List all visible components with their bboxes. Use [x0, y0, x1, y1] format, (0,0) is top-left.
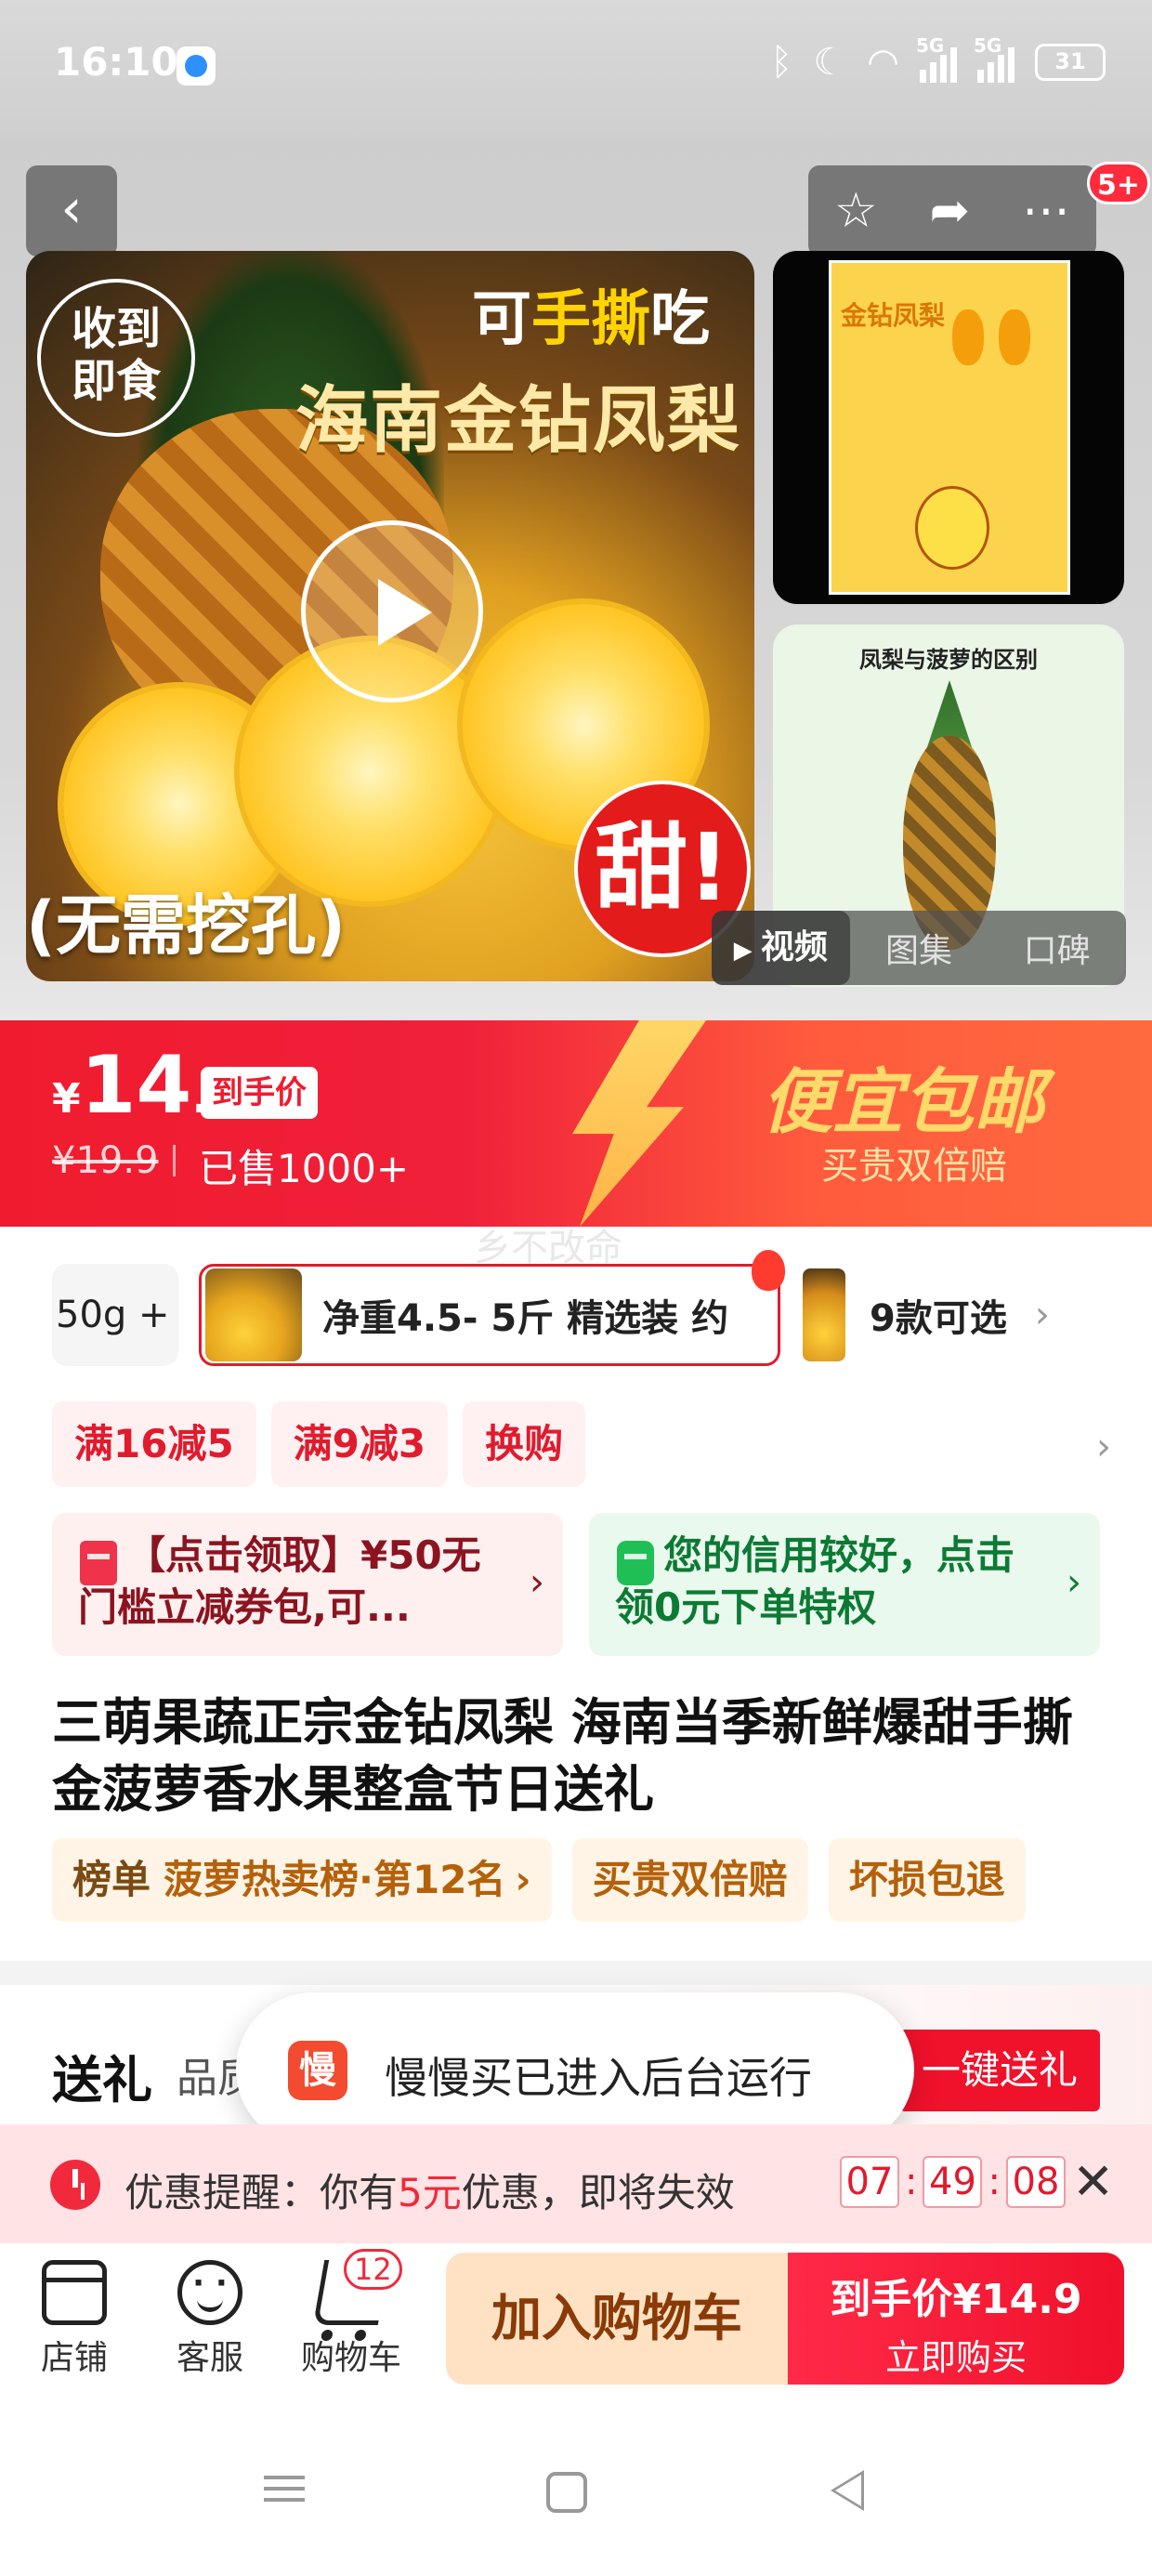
promo-tag[interactable]: 满9减3 [270, 1401, 449, 1487]
chevron-right-icon: › [515, 1857, 531, 1902]
gallery-thumbnail-1[interactable]: 金钻凤梨 [773, 251, 1124, 604]
system-navigation-bar [0, 2401, 1152, 2576]
spec-selector: 50g + 净重4.5- 5斤 精选装 约 9款可选 › [0, 1250, 1152, 1375]
price-divider [173, 1145, 176, 1176]
section-divider [0, 1961, 1152, 1985]
add-to-cart-button[interactable]: 加入购物车 [446, 2253, 788, 2385]
sold-count: 已售1000+ [199, 1146, 410, 1191]
more-options-icon[interactable]: ⋯ [1022, 183, 1070, 239]
chevron-right-icon: › [530, 1561, 544, 1604]
promo-tag[interactable]: 换购 [463, 1401, 586, 1487]
chevron-right-icon: › [1034, 1294, 1050, 1336]
no-core-note: (无需挖孔) [26, 887, 346, 964]
chat-icon [177, 2260, 242, 2325]
price-guarantee-badge[interactable]: 买贵双倍赔 [571, 1838, 808, 1922]
countdown-timer: 07 : 49 : 08 [840, 2156, 1066, 2208]
battery-icon: 31 [1035, 44, 1106, 81]
lightning-icon [572, 1020, 706, 1227]
chevron-left-icon: ‹ [60, 177, 83, 240]
clock-icon [50, 2160, 100, 2210]
product-gallery: ‹ ☆ ➦ ⋯ 5+ 可手撕吃 海南金钻凤梨 收到 即食 甜! (无需挖孔) 金… [0, 139, 1152, 1020]
reminder-text: 优惠提醒：你有5元优惠，即将失效 [124, 2170, 735, 2215]
coupon-row: 【点击领取】¥50无门槛立减券包,可... › 您的信用较好，点击领0元下单特权… [52, 1513, 1100, 1656]
store-icon [42, 2260, 107, 2325]
spec-option[interactable]: 50g + [52, 1264, 178, 1366]
damage-refund-badge[interactable]: 坏损包退 [828, 1838, 1026, 1922]
hot-flame-icon [752, 1250, 785, 1291]
countdown-seconds: 08 [1005, 2156, 1066, 2208]
ranking-badge[interactable]: 榜单 菠萝热卖榜·第12名 › [52, 1838, 552, 1922]
final-price-tag: 到手价 [201, 1067, 318, 1119]
video-headline-1: 可手撕吃 [472, 285, 710, 354]
credit-privilege-card[interactable]: 您的信用较好，点击领0元下单特权 › [589, 1513, 1100, 1656]
store-button[interactable]: 店铺 [19, 2254, 130, 2379]
chevron-right-icon[interactable]: › [1096, 1426, 1111, 1468]
gift-title: 送礼 [52, 2051, 152, 2109]
pineapple-illustration [952, 309, 984, 365]
bottom-action-bar: 店铺 客服 购物车 12 加入购物车 到手价¥14.9 立即购买 [0, 2243, 1152, 2401]
battery-level: 31 [1054, 48, 1086, 74]
signal-icon-2: 5G [974, 34, 1015, 83]
tab-gallery[interactable]: 图集 [850, 924, 988, 972]
video-headline-2: 海南金钻凤梨 [295, 379, 742, 463]
service-badges: 榜单 菠萝热卖榜·第12名 › 买贵双倍赔 坏损包退 [52, 1838, 1102, 1924]
bluetooth-icon: ᛒ [770, 41, 793, 84]
back-triangle-icon[interactable] [831, 2470, 864, 2511]
cart-count-badge: 12 [344, 2249, 402, 2290]
spec-thumbnail [803, 1268, 845, 1361]
promo-tag[interactable]: 满16减5 [52, 1401, 256, 1487]
countdown-minutes: 49 [923, 2156, 983, 2208]
discount-reminder-bar: 优惠提醒：你有5元优惠，即将失效 07 : 49 : 08 ✕ [0, 2124, 1152, 2243]
share-icon[interactable]: ➦ [930, 183, 971, 239]
signal-icon-1: 5G [916, 34, 957, 83]
chevron-right-icon: › [1067, 1561, 1081, 1604]
status-icons: ᛒ ☾ ◠ 5G 5G 31 [770, 34, 1106, 84]
close-icon[interactable]: ✕ [1072, 2152, 1114, 2211]
toast-message: 慢慢买已进入后台运行 [385, 2053, 812, 2103]
top-actions: ☆ ➦ ⋯ [808, 165, 1096, 256]
tab-video[interactable]: 视频 [712, 911, 850, 985]
promo-subslogan: 买贵双倍赔 [821, 1145, 1007, 1188]
main-product-video[interactable]: 可手撕吃 海南金钻凤梨 收到 即食 甜! (无需挖孔) [26, 251, 754, 981]
favorite-star-icon[interactable]: ☆ [834, 183, 878, 239]
pineapple-illustration [999, 309, 1030, 365]
promo-slogan: 便宜包邮 [762, 1060, 1044, 1143]
product-title: 三萌果蔬正宗金钻凤梨 海南当季新鲜爆甜手撕金菠萝香水果整盒节日送礼 [52, 1693, 1073, 1819]
app-logo-icon: 慢 [288, 2041, 347, 2100]
send-gift-button[interactable]: 一键送礼 [899, 2030, 1100, 2111]
play-icon[interactable] [301, 520, 483, 703]
status-time: 16:10 [54, 39, 178, 85]
coupon-pack-card[interactable]: 【点击领取】¥50无门槛立减券包,可... › [52, 1513, 563, 1656]
status-bar: 16:10 ᛒ ☾ ◠ 5G 5G 31 [0, 0, 1152, 139]
moon-icon: ☾ [813, 41, 847, 84]
original-price: ¥19.9 [52, 1139, 159, 1182]
pineapple-mascot [915, 486, 989, 570]
spec-option-selected[interactable]: 净重4.5- 5斤 精选装 约 [199, 1250, 785, 1366]
buy-now-button[interactable]: 到手价¥14.9 立即购买 [788, 2253, 1124, 2385]
spec-thumbnail [205, 1268, 302, 1361]
tab-reviews[interactable]: 口碑 [988, 924, 1126, 972]
wifi-icon: ◠ [867, 41, 899, 84]
countdown-hours: 07 [840, 2156, 899, 2208]
recent-apps-icon[interactable] [256, 2468, 312, 2515]
home-icon[interactable] [546, 2472, 587, 2513]
promotion-tags: 满16减5 满9减3 换购 › [52, 1401, 1111, 1491]
gallery-tabs: 视频 图集 口碑 [712, 911, 1126, 985]
customer-service-button[interactable]: 客服 [154, 2254, 266, 2379]
price-banner: ¥14.9 到手价 ¥19.9 已售1000+ 便宜包邮 买贵双倍赔 [0, 1020, 1152, 1227]
infographic-card: 金钻凤梨 [829, 260, 1070, 595]
ready-to-eat-stamp: 收到 即食 [37, 279, 195, 437]
more-specs[interactable]: 9款可选 › [803, 1264, 1050, 1366]
notification-app-icon [177, 46, 216, 85]
back-button[interactable]: ‹ [26, 165, 117, 256]
more-badge: 5+ [1087, 162, 1151, 204]
